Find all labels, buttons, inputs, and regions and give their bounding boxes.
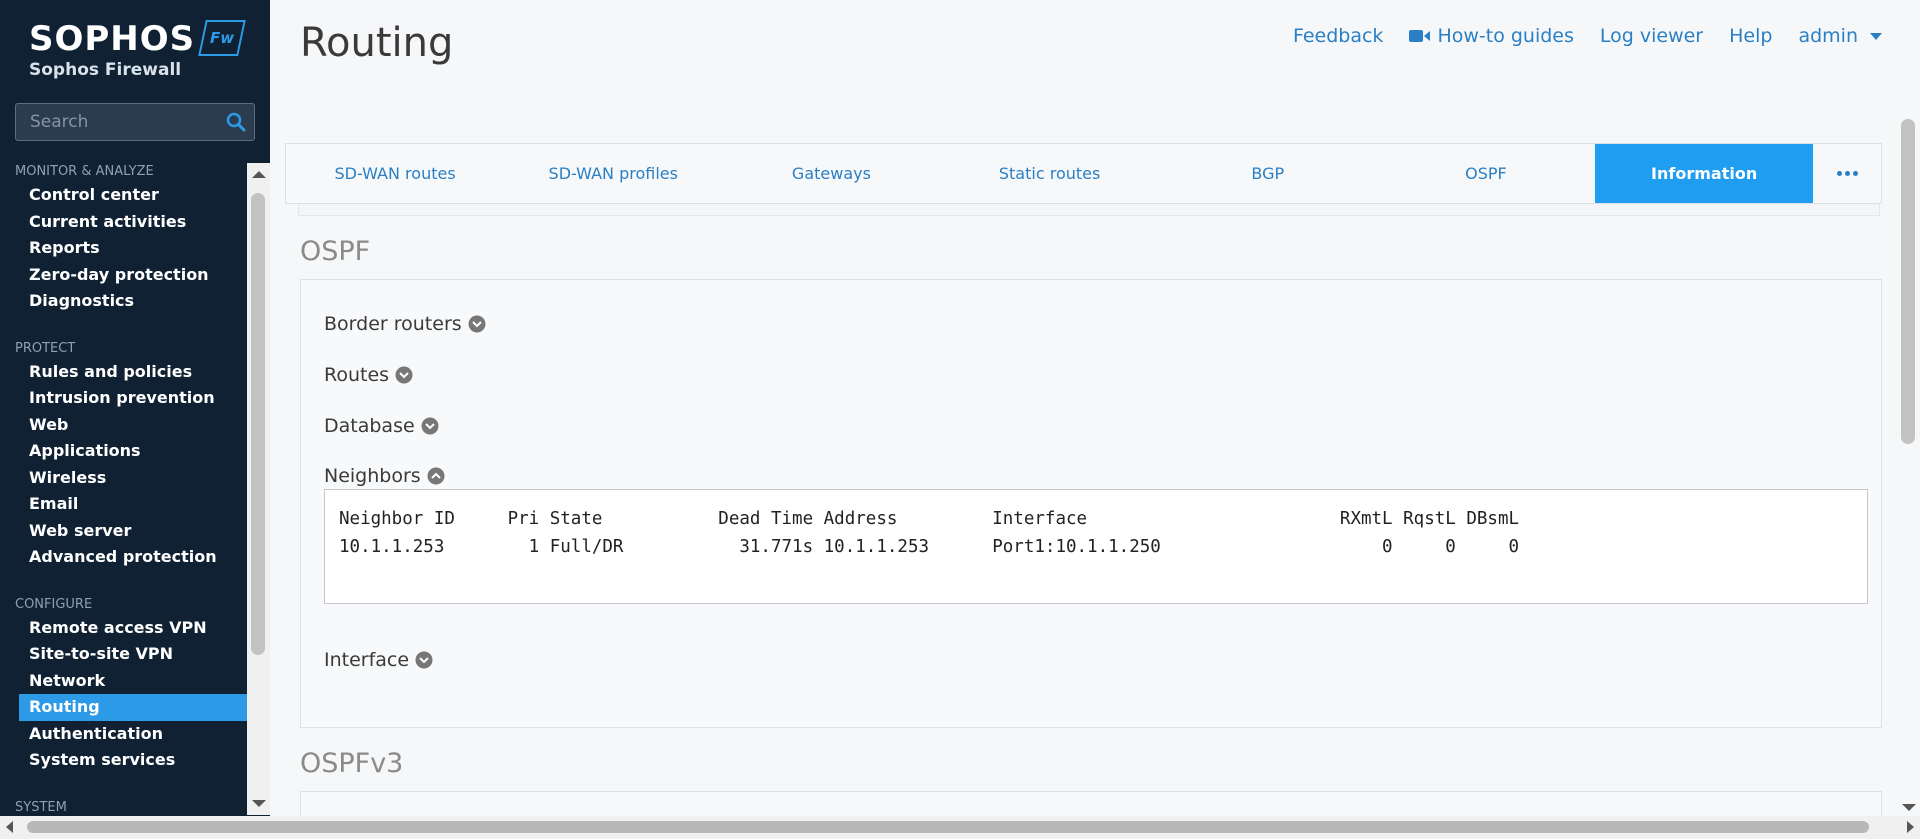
scroll-left-arrow-icon[interactable] (6, 821, 13, 833)
scroll-down-arrow-icon[interactable] (1902, 804, 1916, 811)
feedback-link[interactable]: Feedback (1293, 25, 1383, 47)
search-box (15, 103, 255, 141)
video-camera-icon (1409, 30, 1431, 42)
accordion-label: Routes (324, 364, 390, 386)
sidebar-item-system-services[interactable]: System services (0, 747, 247, 774)
section-title-ospfv3: OSPFv3 (300, 748, 404, 779)
sidebar-item-authentication[interactable]: Authentication (0, 721, 247, 748)
sidebar-scrollbar[interactable] (247, 163, 270, 815)
sidebar-item-site-to-site-vpn[interactable]: Site-to-site VPN (0, 641, 247, 668)
chevron-down-circle-icon (395, 366, 413, 384)
sidebar-item-zero-day-protection[interactable]: Zero-day protection (0, 262, 247, 289)
sidebar-item-remote-access-vpn[interactable]: Remote access VPN (0, 615, 247, 642)
horizontal-scroll-thumb[interactable] (27, 821, 1869, 833)
tab-sd-wan-profiles[interactable]: SD-WAN profiles (504, 144, 722, 203)
accordion-routes[interactable]: Routes (324, 364, 413, 386)
tab-static-routes[interactable]: Static routes (941, 144, 1159, 203)
scroll-up-arrow-icon[interactable] (252, 171, 266, 178)
neighbors-output: Neighbor ID Pri State Dead Time Address … (324, 489, 1868, 604)
accordion-label: Interface (324, 649, 410, 671)
nav-section-monitor: MONITOR & ANALYZE (15, 164, 154, 179)
accordion-label: Border routers (324, 313, 462, 335)
section-title-ospf: OSPF (300, 236, 371, 267)
tab-bar: SD-WAN routes SD-WAN profiles Gateways S… (285, 143, 1882, 204)
sidebar-item-reports[interactable]: Reports (0, 235, 247, 262)
sidebar-item-web-server[interactable]: Web server (0, 518, 247, 545)
sidebar-item-web[interactable]: Web (0, 412, 247, 439)
sidebar-nav: MONITOR & ANALYZE Control center Current… (0, 160, 247, 815)
accordion-label: Neighbors (324, 465, 421, 487)
how-to-guides-link[interactable]: How-to guides (1409, 25, 1574, 47)
top-links: Feedback How-to guides Log viewer Help a… (1293, 25, 1882, 47)
page-title: Routing (300, 20, 454, 66)
sidebar-item-control-center[interactable]: Control center (0, 182, 247, 209)
chevron-up-circle-icon (427, 467, 445, 485)
tab-sd-wan-routes[interactable]: SD-WAN routes (286, 144, 504, 203)
sidebar-item-routing[interactable]: Routing (19, 694, 247, 721)
chevron-down-circle-icon (421, 417, 439, 435)
sidebar-item-advanced-protection[interactable]: Advanced protection (0, 544, 247, 571)
nav-section-configure: CONFIGURE (15, 596, 93, 612)
sidebar-item-email[interactable]: Email (0, 491, 247, 518)
search-input[interactable] (16, 104, 216, 140)
log-viewer-link[interactable]: Log viewer (1600, 25, 1703, 47)
chevron-down-icon (1870, 32, 1882, 40)
sidebar-item-network[interactable]: Network (0, 668, 247, 695)
scroll-down-arrow-icon[interactable] (252, 800, 266, 807)
search-icon[interactable] (226, 112, 246, 132)
sidebar-item-wireless[interactable]: Wireless (0, 465, 247, 492)
chevron-down-circle-icon (468, 315, 486, 333)
accordion-database[interactable]: Database (324, 415, 439, 437)
horizontal-scrollbar[interactable] (0, 816, 1920, 839)
brand[interactable]: SOPHOS Sophos Firewall (29, 20, 195, 80)
fw-badge-icon: Fw (198, 20, 246, 56)
sidebar-item-applications[interactable]: Applications (0, 438, 247, 465)
brand-logo: SOPHOS (29, 19, 196, 59)
tab-information[interactable]: Information (1595, 144, 1814, 203)
nav-section-protect: PROTECT (15, 340, 76, 356)
sidebar-scroll-thumb[interactable] (251, 193, 265, 655)
chevron-down-circle-icon (415, 651, 433, 669)
brand-product-name: Sophos Firewall (29, 60, 182, 80)
main-scrollbar[interactable] (1897, 105, 1920, 817)
sidebar-item-diagnostics[interactable]: Diagnostics (0, 288, 247, 315)
help-link[interactable]: Help (1729, 25, 1772, 47)
tab-bgp[interactable]: BGP (1159, 144, 1377, 203)
accordion-interface[interactable]: Interface (324, 649, 433, 671)
nav-section-system: SYSTEM (15, 799, 67, 815)
tab-ospf[interactable]: OSPF (1377, 144, 1595, 203)
ospf-panel: Border routers Routes Database Neighbors… (300, 279, 1882, 728)
tab-bar-shadow (298, 204, 1880, 216)
more-tabs-icon[interactable] (1813, 144, 1881, 203)
admin-menu[interactable]: admin (1798, 25, 1882, 47)
sidebar: SOPHOS Sophos Firewall Fw MONITOR & ANAL… (0, 0, 270, 839)
sidebar-item-current-activities[interactable]: Current activities (0, 209, 247, 236)
admin-username: admin (1798, 25, 1858, 47)
scroll-right-arrow-icon[interactable] (1907, 821, 1914, 833)
accordion-neighbors[interactable]: Neighbors (324, 465, 445, 487)
sidebar-item-rules-and-policies[interactable]: Rules and policies (0, 359, 247, 386)
main-scroll-thumb[interactable] (1901, 119, 1915, 444)
accordion-border-routers[interactable]: Border routers (324, 313, 486, 335)
accordion-label: Database (324, 415, 415, 437)
tab-gateways[interactable]: Gateways (722, 144, 940, 203)
how-to-guides-label: How-to guides (1437, 25, 1574, 47)
sidebar-item-intrusion-prevention[interactable]: Intrusion prevention (0, 385, 247, 412)
